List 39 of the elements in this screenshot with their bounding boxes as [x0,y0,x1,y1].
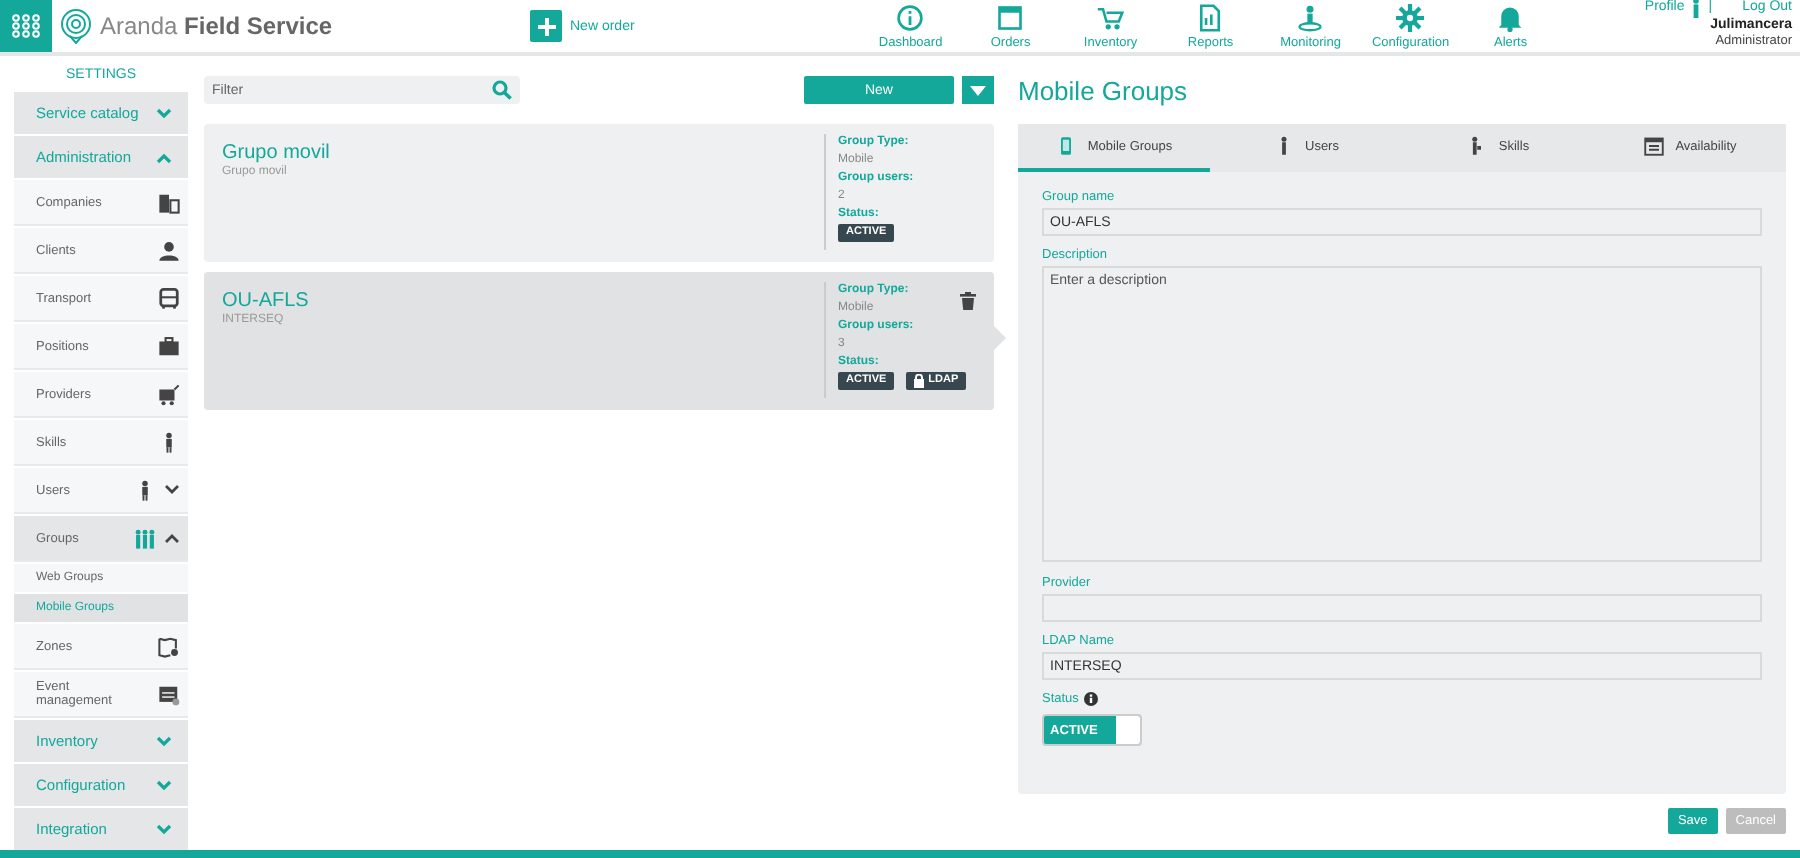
cart-icon [1096,3,1125,31]
target-pin-icon [60,8,92,44]
phone-icon [1055,136,1076,156]
selection-pointer [994,326,1006,350]
info-icon [1084,691,1099,705]
caret-icon [970,85,986,95]
people-icon [134,527,156,549]
cart-icon [158,383,180,405]
info-circle-icon [896,3,925,31]
chevron-up-icon [156,151,172,163]
window-icon [996,3,1025,31]
plus-icon [537,17,555,35]
person-icon [1690,0,1703,18]
bus-icon [158,287,180,309]
panel-title: Mobile Groups [1018,73,1190,110]
chevron-up-icon [164,532,180,544]
chart-document-icon [1196,3,1225,31]
chevron-down-icon [156,779,172,791]
add-button[interactable] [530,10,562,42]
card-title: Grupo movil [222,142,332,164]
app-title: Aranda Field Service [100,12,335,40]
building-icon [158,191,180,213]
chevron-down-icon [156,107,172,119]
search-icon [492,80,512,100]
chevron-down-icon [164,484,180,496]
trash-icon[interactable] [960,292,976,310]
person-pin-icon [1296,3,1325,31]
bell-icon [1496,3,1525,31]
card-title: OU-AFLS [222,290,311,312]
person-icon [1466,136,1487,156]
chevron-down-icon [156,735,172,747]
app-grid-button[interactable] [0,0,52,52]
grid-icon [12,14,40,38]
lock-icon [914,374,925,388]
dropdown-button[interactable] [962,76,994,104]
chevron-down-icon [156,823,172,835]
person-icon [158,239,180,261]
briefcase-icon [158,335,180,357]
map-icon [158,635,180,657]
